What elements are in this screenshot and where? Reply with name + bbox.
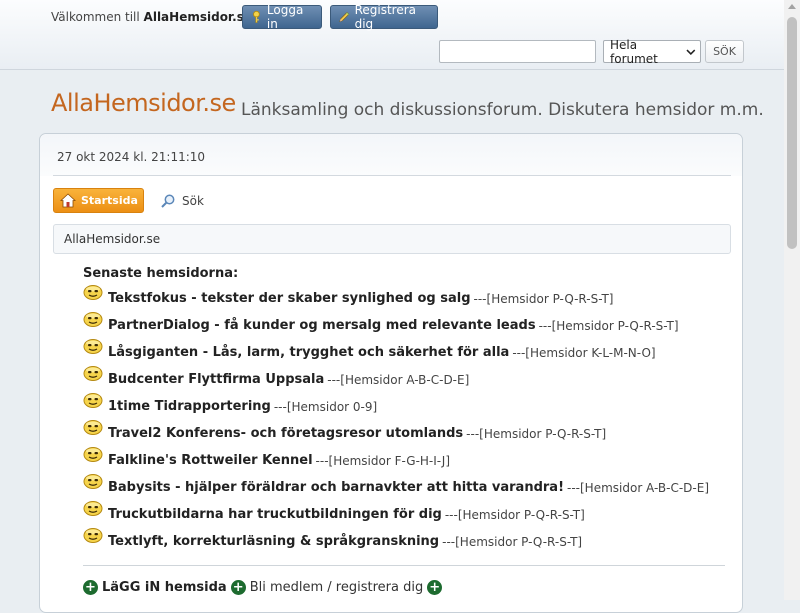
- main-panel: 27 okt 2024 kl. 21:11:10 Startsida Sök A…: [39, 133, 743, 613]
- site-link[interactable]: Budcenter Flyttfirma Uppsala: [108, 372, 324, 387]
- site-link[interactable]: PartnerDialog - få kunder og mersalg med…: [108, 318, 536, 333]
- site-link[interactable]: Tekstfokus - tekster der skaber synlighe…: [108, 291, 471, 306]
- footer-links: + LäGG iN hemsida + Bli medlem / registr…: [83, 580, 443, 595]
- site-link[interactable]: Truckutbildarna har truckutbildningen fö…: [108, 507, 442, 522]
- plus-icon[interactable]: +: [83, 580, 98, 595]
- smiley-icon: [83, 393, 103, 408]
- tab-home[interactable]: Startsida: [53, 188, 144, 213]
- latest-sites-heading: Senaste hemsidorna:: [83, 266, 239, 281]
- tab-home-label: Startsida: [81, 194, 138, 207]
- divider: [53, 175, 731, 176]
- site-link[interactable]: Travel2 Konferens- och företagsresor uto…: [108, 426, 463, 441]
- top-bar: Välkommen till AllaHemsidor.se. Logga in…: [0, 0, 784, 70]
- site-category[interactable]: ---[Hemsidor A-B-C-D-E]: [327, 373, 469, 387]
- search-scope-value: Hela forumet: [610, 37, 658, 66]
- list-item: Textlyft, korrekturläsning & språkgransk…: [83, 528, 723, 556]
- site-link[interactable]: Låsgiganten - Lås, larm, trygghet och sä…: [108, 345, 509, 360]
- list-item: Falkline's Rottweiler Kennel ---[Hemsidor…: [83, 447, 723, 475]
- register-button[interactable]: Registrera dig: [330, 3, 438, 31]
- search-link-label: Sök: [182, 193, 204, 208]
- site-tagline: Länksamling och diskussionsforum. Diskut…: [241, 100, 764, 120]
- site-title[interactable]: AllaHemsidor.se: [51, 89, 236, 117]
- smiley-icon: [83, 285, 103, 300]
- pencil-icon: [339, 12, 350, 22]
- smiley-icon: [83, 474, 103, 489]
- divider: [83, 565, 725, 566]
- latest-sites-list: Tekstfokus - tekster der skaber synlighe…: [83, 285, 723, 556]
- site-link[interactable]: Textlyft, korrekturläsning & språkgransk…: [108, 534, 439, 549]
- site-category[interactable]: ---[Hemsidor K-L-M-N-O]: [512, 346, 655, 360]
- home-icon: [60, 193, 76, 208]
- site-category[interactable]: ---[Hemsidor F-G-H-I-J]: [316, 454, 450, 468]
- smiley-icon: [83, 312, 103, 327]
- site-link[interactable]: Babysits - hjälper föräldrar och barnavk…: [108, 480, 564, 495]
- login-button[interactable]: Logga in: [242, 3, 322, 31]
- search-button[interactable]: SÖK: [705, 40, 744, 63]
- site-link[interactable]: Falkline's Rottweiler Kennel: [108, 453, 313, 468]
- welcome-site-name: AllaHemsidor.se: [143, 10, 252, 24]
- site-category[interactable]: ---[Hemsidor P-Q-R-S-T]: [466, 427, 606, 441]
- add-site-link[interactable]: LäGG iN hemsida: [102, 580, 227, 595]
- scroll-thumb[interactable]: [787, 17, 797, 249]
- smiley-icon: [83, 339, 103, 354]
- magnifier-icon: [161, 194, 175, 208]
- welcome-text: Välkommen till AllaHemsidor.se.: [51, 10, 256, 24]
- list-item: PartnerDialog - få kunder og mersalg med…: [83, 312, 723, 340]
- search-input[interactable]: [439, 40, 596, 63]
- register-link[interactable]: Bli medlem / registrera dig: [250, 580, 424, 595]
- site-link[interactable]: 1time Tidrapportering: [108, 399, 271, 414]
- scrollbar[interactable]: [784, 0, 800, 600]
- list-item: Budcenter Flyttfirma Uppsala ---[Hemsidor…: [83, 366, 723, 394]
- list-item: Truckutbildarna har truckutbildningen fö…: [83, 501, 723, 529]
- smiley-icon: [83, 447, 103, 462]
- site-category[interactable]: ---[Hemsidor A-B-C-D-E]: [567, 481, 709, 495]
- list-item: 1time Tidrapportering ---[Hemsidor 0-9]: [83, 393, 723, 421]
- smiley-icon: [83, 420, 103, 435]
- login-label: Logga in: [266, 3, 304, 31]
- site-category[interactable]: ---[Hemsidor P-Q-R-S-T]: [539, 319, 679, 333]
- panel-header: 27 okt 2024 kl. 21:11:10: [40, 134, 742, 176]
- breadcrumb[interactable]: AllaHemsidor.se: [53, 224, 731, 254]
- list-item: Tekstfokus - tekster der skaber synlighe…: [83, 285, 723, 313]
- search-link[interactable]: Sök: [160, 188, 204, 213]
- site-category[interactable]: ---[Hemsidor P-Q-R-S-T]: [445, 508, 585, 522]
- site-category[interactable]: ---[Hemsidor P-Q-R-S-T]: [442, 535, 582, 549]
- list-item: Babysits - hjälper föräldrar och barnavk…: [83, 474, 723, 502]
- list-item: Travel2 Konferens- och företagsresor uto…: [83, 420, 723, 448]
- register-label: Registrera dig: [354, 3, 417, 31]
- plus-icon[interactable]: +: [427, 580, 443, 595]
- chevron-down-icon: [686, 49, 696, 55]
- key-icon: [253, 10, 260, 23]
- site-category[interactable]: ---[Hemsidor 0-9]: [274, 400, 377, 414]
- current-datetime: 27 okt 2024 kl. 21:11:10: [57, 150, 206, 164]
- welcome-prefix: Välkommen till: [51, 10, 140, 24]
- breadcrumb-item[interactable]: AllaHemsidor.se: [64, 232, 160, 246]
- smiley-icon: [83, 501, 103, 516]
- smiley-icon: [83, 528, 103, 543]
- plus-icon[interactable]: +: [230, 580, 246, 595]
- list-item: Låsgiganten - Lås, larm, trygghet och sä…: [83, 339, 723, 367]
- search-scope-select[interactable]: Hela forumet: [603, 37, 701, 66]
- scroll-up-arrow-icon[interactable]: [788, 4, 796, 9]
- site-category[interactable]: ---[Hemsidor P-Q-R-S-T]: [474, 292, 614, 306]
- smiley-icon: [83, 366, 103, 381]
